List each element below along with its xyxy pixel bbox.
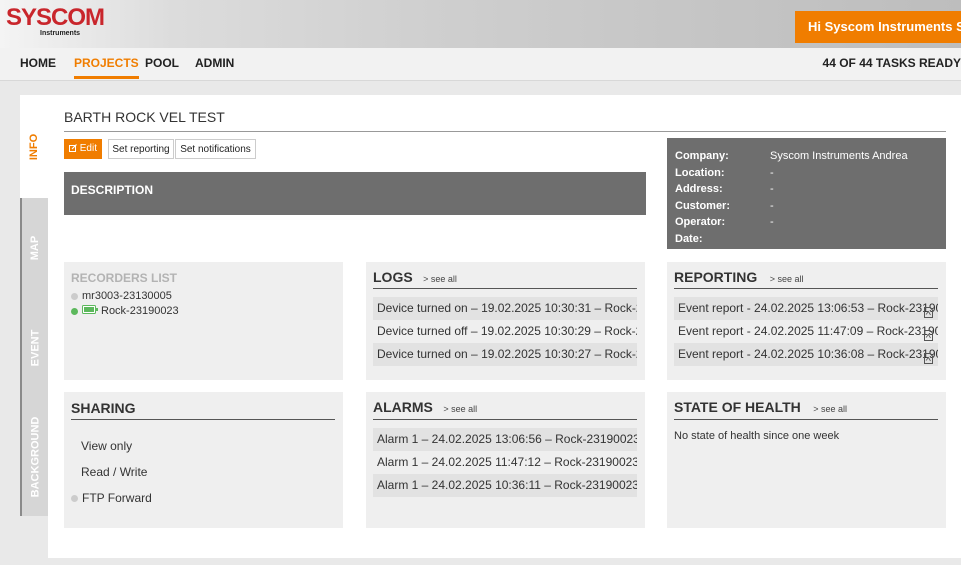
syscom-logo[interactable]: SYSCOM Instruments: [6, 4, 105, 42]
title-divider: [64, 131, 946, 132]
tab-background-label: BACKGROUND: [29, 416, 42, 498]
recorders-card: RECORDERS LIST mr3003-23130005 Rock-2319…: [64, 262, 343, 380]
user-menu-button[interactable]: Hi Syscom Instruments SA: [795, 11, 961, 43]
soh-message: No state of health since one week: [674, 430, 840, 442]
tab-event-label: EVENT: [29, 329, 41, 367]
alarms-card: ALARMS > see all Alarm 1 – 24.02.2025 13…: [366, 392, 645, 528]
main-nav: HOME PROJECTS POOL ADMIN 44 OF 44 TASKS …: [0, 48, 961, 81]
reporting-card: REPORTING > see all Event report - 24.02…: [667, 262, 946, 380]
info-value-address: -: [770, 183, 774, 195]
info-label-date: Date:: [675, 232, 703, 245]
ftp-forward-label: FTP Forward: [82, 491, 152, 505]
recorders-title: RECORDERS LIST: [71, 271, 178, 285]
log-row[interactable]: Device turned on – 19.02.2025 10:30:31 –…: [373, 297, 637, 320]
description-label: DESCRIPTION: [71, 183, 154, 197]
log-row[interactable]: Device turned off – 19.02.2025 10:30:29 …: [373, 320, 637, 343]
tab-info-label: INFO: [28, 133, 40, 160]
pdf-icon[interactable]: [924, 349, 933, 366]
sharing-read-write[interactable]: Read / Write: [81, 465, 147, 479]
logs-title: LOGS: [373, 269, 413, 285]
nav-home[interactable]: HOME: [20, 48, 56, 78]
soh-see-all-link[interactable]: > see all: [813, 404, 847, 414]
tab-map[interactable]: MAP: [20, 198, 48, 298]
sharing-card: SHARING View only Read / Write FTP Forwa…: [64, 392, 343, 528]
logs-header: LOGS > see all: [373, 269, 457, 287]
recorder-item[interactable]: mr3003-23130005: [71, 290, 172, 302]
alarms-title: ALARMS: [373, 399, 433, 415]
nav-projects[interactable]: PROJECTS: [74, 48, 139, 79]
soh-header: STATE OF HEALTH > see all: [674, 399, 847, 417]
soh-title: STATE OF HEALTH: [674, 399, 801, 415]
report-text: Event report - 24.02.2025 11:47:09 – Roc…: [678, 324, 938, 338]
alarm-row[interactable]: Alarm 1 – 24.02.2025 13:06:56 – Rock-231…: [373, 428, 637, 451]
report-text: Event report - 24.02.2025 10:36:08 – Roc…: [678, 347, 938, 361]
info-value-location: -: [770, 166, 774, 179]
tab-background[interactable]: BACKGROUND: [20, 398, 48, 516]
info-value-customer: -: [770, 199, 774, 212]
alarm-row[interactable]: Alarm 1 – 24.02.2025 11:47:12 – Rock-231…: [373, 451, 637, 474]
reporting-see-all-link[interactable]: > see all: [770, 274, 804, 284]
info-values: Syscom Instruments Andrea - - - -: [770, 148, 908, 231]
top-banner: SYSCOM Instruments Hi Syscom Instruments…: [0, 0, 961, 48]
info-value-operator: -: [770, 216, 774, 228]
alarms-see-all-link[interactable]: > see all: [443, 404, 477, 414]
alarms-divider: [373, 419, 637, 420]
report-row[interactable]: Event report - 24.02.2025 10:36:08 – Roc…: [674, 343, 938, 366]
edit-icon: [68, 143, 80, 154]
reporting-header: REPORTING > see all: [674, 269, 803, 287]
battery-icon: [82, 305, 98, 317]
sharing-ftp-forward[interactable]: FTP Forward: [71, 491, 152, 505]
info-label-operator: Operator:: [675, 216, 726, 228]
logs-see-all-link[interactable]: > see all: [423, 274, 457, 284]
pdf-icon[interactable]: [924, 326, 933, 343]
logo-main-text: SYSCOM: [6, 4, 105, 31]
info-label-address: Address:: [675, 183, 723, 195]
logs-divider: [373, 288, 637, 289]
sharing-divider: [71, 419, 335, 420]
info-label-customer: Customer:: [675, 199, 731, 212]
tab-info[interactable]: INFO: [20, 95, 48, 198]
recorder-name: Rock-23190023: [101, 305, 179, 317]
info-value-company: Syscom Instruments Andrea: [770, 150, 908, 162]
edit-label: Edit: [79, 143, 97, 154]
reporting-title: REPORTING: [674, 269, 758, 285]
set-reporting-button[interactable]: Set reporting: [108, 139, 174, 159]
state-of-health-card: STATE OF HEALTH > see all No state of he…: [667, 392, 946, 528]
project-info-box: Company: Location: Address: Customer: Op…: [667, 138, 946, 249]
report-text: Event report - 24.02.2025 13:06:53 – Roc…: [678, 301, 938, 315]
tab-event[interactable]: EVENT: [20, 298, 48, 398]
nav-admin[interactable]: ADMIN: [195, 48, 234, 78]
reporting-divider: [674, 288, 938, 289]
info-labels: Company: Location: Address: Customer: Op…: [675, 148, 730, 247]
description-box: DESCRIPTION: [64, 172, 646, 215]
user-greeting: Hi Syscom Instruments SA: [808, 19, 961, 34]
logo-sub-text: Instruments: [40, 30, 81, 37]
sharing-view-only[interactable]: View only: [81, 439, 132, 453]
nav-pool[interactable]: POOL: [145, 48, 179, 78]
ftp-status-dot: [71, 495, 78, 503]
project-panel: BARTH ROCK VEL TEST Edit Set reporting S…: [48, 95, 961, 558]
recorder-name: mr3003-23130005: [82, 290, 172, 302]
tab-map-label: MAP: [28, 235, 41, 261]
soh-divider: [674, 419, 938, 420]
report-row[interactable]: Event report - 24.02.2025 13:06:53 – Roc…: [674, 297, 938, 320]
logs-card: LOGS > see all Device turned on – 19.02.…: [366, 262, 645, 380]
log-row[interactable]: Device turned on – 19.02.2025 10:30:27 –…: [373, 343, 637, 366]
sharing-title: SHARING: [71, 400, 136, 416]
report-row[interactable]: Event report - 24.02.2025 11:47:09 – Roc…: [674, 320, 938, 343]
status-dot-offline: [71, 292, 78, 300]
recorder-item[interactable]: Rock-23190023: [71, 305, 179, 317]
info-label-company: Company:: [675, 150, 729, 162]
pdf-icon[interactable]: [924, 303, 933, 320]
status-dot-online: [71, 307, 78, 315]
tasks-status[interactable]: 44 OF 44 TASKS READY: [823, 48, 961, 78]
info-label-location: Location:: [675, 166, 725, 179]
edit-button[interactable]: Edit: [64, 139, 102, 159]
project-title: BARTH ROCK VEL TEST: [64, 109, 225, 125]
alarms-header: ALARMS > see all: [373, 399, 477, 417]
set-notifications-button[interactable]: Set notifications: [175, 139, 256, 159]
alarm-row[interactable]: Alarm 1 – 24.02.2025 10:36:11 – Rock-231…: [373, 474, 637, 497]
